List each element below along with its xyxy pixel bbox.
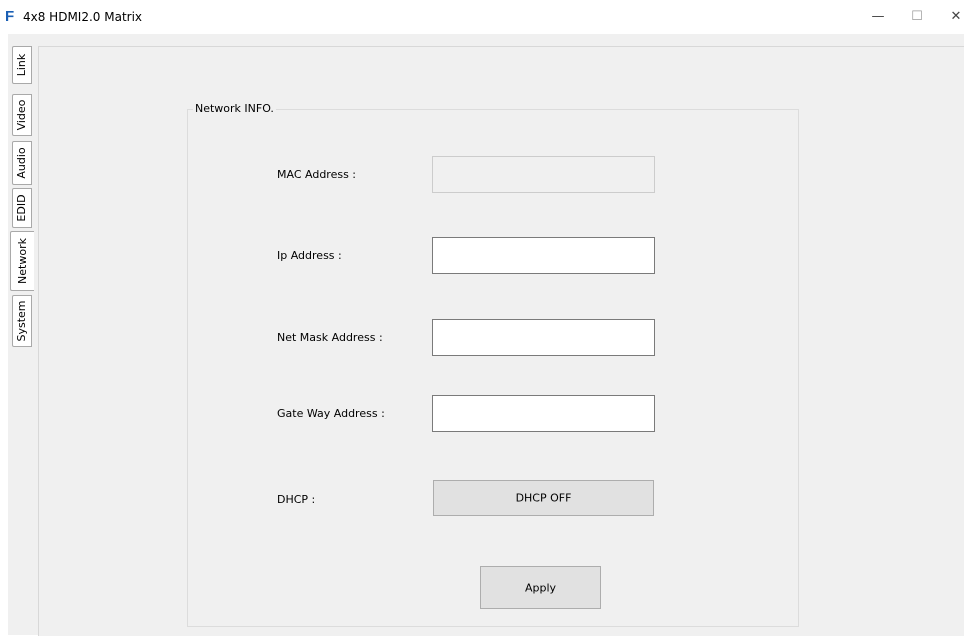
- tab-link-label: Link: [15, 53, 28, 77]
- tab-system-label: System: [15, 300, 28, 342]
- gateway-input[interactable]: [432, 395, 655, 432]
- network-info-title: Network INFO.: [193, 102, 276, 115]
- tab-audio-label: Audio: [15, 147, 28, 179]
- tab-network[interactable]: Network: [10, 231, 34, 291]
- mac-address-field: [432, 156, 655, 193]
- tab-edid[interactable]: EDID: [12, 188, 32, 228]
- net-mask-label: Net Mask Address :: [277, 331, 383, 344]
- apply-button[interactable]: Apply: [480, 566, 601, 609]
- net-mask-input[interactable]: [432, 319, 655, 356]
- title-bar: F 4x8 HDMI2.0 Matrix — ☐ ✕: [0, 0, 964, 34]
- close-button[interactable]: ✕: [944, 8, 964, 26]
- dhcp-toggle-button[interactable]: DHCP OFF: [433, 480, 654, 516]
- apply-button-label: Apply: [524, 581, 557, 594]
- app-logo-icon: F: [5, 8, 15, 25]
- ip-address-label: Ip Address :: [277, 249, 342, 262]
- maximize-button[interactable]: ☐: [905, 8, 929, 26]
- tab-video[interactable]: Video: [12, 94, 32, 136]
- gateway-label: Gate Way Address :: [277, 407, 385, 420]
- window-title: 4x8 HDMI2.0 Matrix: [23, 10, 143, 24]
- mac-address-label: MAC Address :: [277, 168, 357, 181]
- ip-address-input[interactable]: [432, 237, 655, 274]
- tab-link[interactable]: Link: [12, 46, 32, 84]
- tab-system[interactable]: System: [12, 295, 32, 347]
- dhcp-toggle-label: DHCP OFF: [515, 491, 572, 505]
- tab-network-label: Network: [15, 238, 29, 284]
- tab-audio[interactable]: Audio: [12, 141, 32, 185]
- minimize-button[interactable]: —: [866, 8, 890, 26]
- tab-edid-label: EDID: [15, 194, 28, 222]
- tab-video-label: Video: [15, 99, 28, 131]
- dhcp-label: DHCP :: [277, 493, 316, 506]
